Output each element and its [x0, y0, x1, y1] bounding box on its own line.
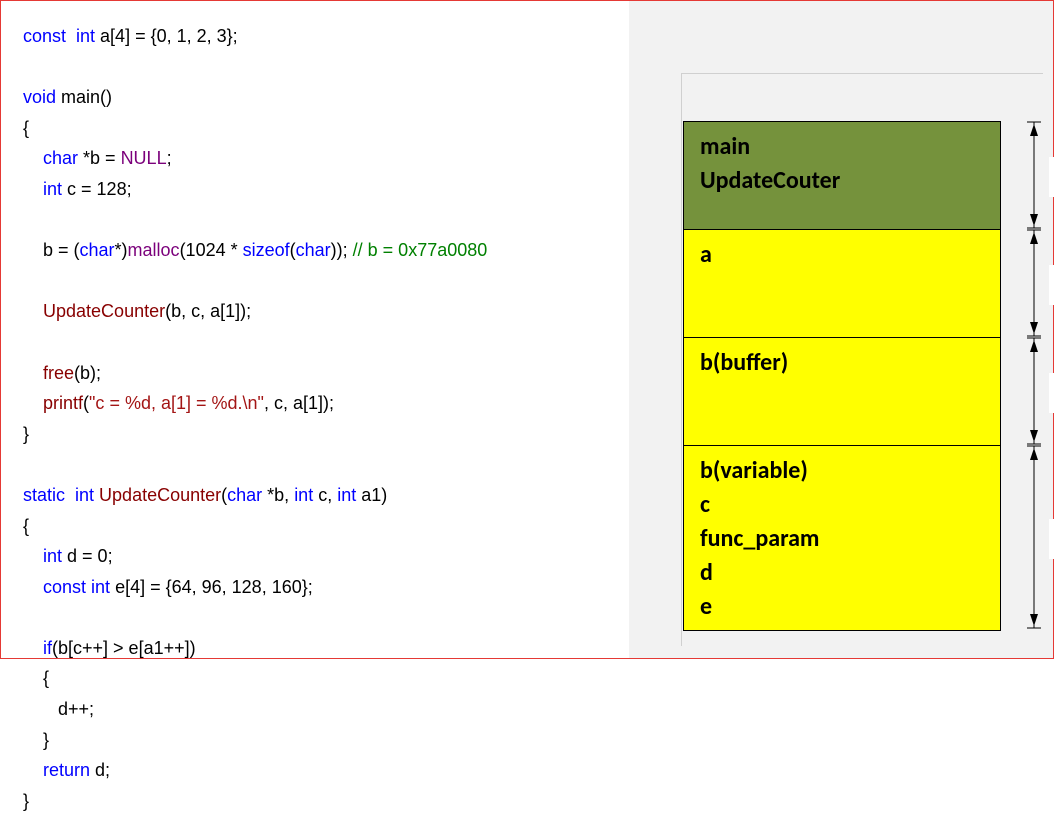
memory-row-heap: b(buffer)	[684, 338, 1000, 446]
mem-code-line1: main	[700, 130, 984, 164]
bracket-static	[1023, 229, 1045, 337]
mem-code-line2: UpdateCouter	[700, 164, 984, 198]
label-static: Static	[1049, 265, 1054, 305]
mem-stack-line1: b(variable)	[700, 454, 984, 488]
label-code: Code	[1049, 157, 1054, 197]
memory-table: main UpdateCouter a b(buffer) b(variable…	[683, 121, 1001, 631]
bracket-heap	[1023, 337, 1045, 445]
memory-row-code: main UpdateCouter	[684, 122, 1000, 230]
mem-stack-line5: e	[700, 590, 984, 624]
mem-static-line1: a	[700, 238, 984, 272]
code-pane: const int a[4] = {0, 1, 2, 3}; void main…	[1, 1, 629, 658]
mem-stack-line4: d	[700, 556, 984, 590]
diagram-frame: const int a[4] = {0, 1, 2, 3}; void main…	[0, 0, 1054, 659]
bracket-stack	[1023, 445, 1045, 629]
mem-heap-line1: b(buffer)	[700, 346, 984, 380]
memory-row-stack: b(variable) c func_param d e	[684, 446, 1000, 630]
memory-diagram: main UpdateCouter a b(buffer) b(variable…	[629, 1, 1053, 658]
mem-stack-line3: func_param	[700, 522, 984, 556]
bracket-column	[1023, 121, 1045, 629]
label-stack: Stack	[1049, 519, 1054, 559]
mem-stack-line2: c	[700, 488, 984, 522]
memory-row-static: a	[684, 230, 1000, 338]
label-heap: Heap	[1049, 373, 1054, 413]
bracket-code	[1023, 121, 1045, 229]
